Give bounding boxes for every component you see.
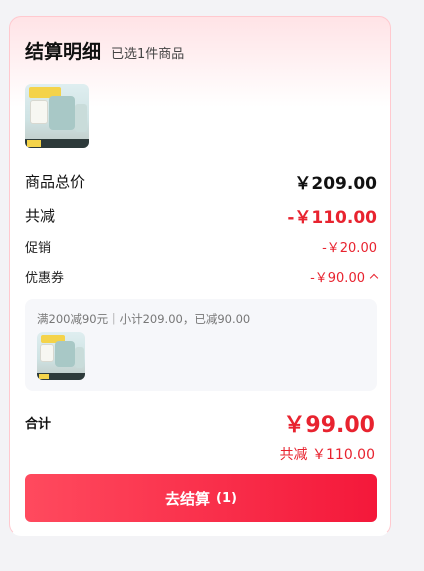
checkout-button[interactable]: 去结算 (1) — [25, 474, 377, 522]
checkout-label: 去结算 — [165, 489, 211, 508]
goods-total-value: ￥209.00 — [294, 174, 377, 194]
goods-total-row: 商品总价 ￥209.00 — [25, 169, 377, 194]
chevron-up-icon[interactable] — [369, 273, 379, 283]
selected-count: 已选1件商品 — [111, 47, 185, 62]
discount-total-value: -￥110.00 — [287, 208, 377, 228]
discount-total-row: 共减 -￥110.00 — [25, 203, 377, 228]
coupon-value-group: -￥90.00 — [310, 267, 379, 286]
sum-label: 合计 — [25, 417, 52, 432]
discount-total-label: 共减 — [25, 207, 56, 225]
goods-total-label: 商品总价 — [25, 173, 86, 191]
coupon-row[interactable]: 优惠券 -￥90.00 — [25, 267, 379, 286]
sum-discount: 共减 ￥110.00 — [279, 447, 375, 463]
coupon-value: -￥90.00 — [310, 271, 365, 286]
coupon-detail-text: 满200减90元｜小计209.00，已减90.00 — [37, 312, 251, 326]
promotion-value: -￥20.00 — [322, 241, 377, 256]
settlement-header: 结算明细 已选1件商品 — [25, 37, 184, 64]
settlement-title: 结算明细 — [25, 41, 102, 63]
checkout-count: (1) — [216, 490, 237, 506]
promotion-label: 促销 — [25, 241, 52, 256]
coupon-product-thumbnail — [37, 332, 85, 380]
coupon-label: 优惠券 — [25, 271, 65, 286]
settlement-card: 结算明细 已选1件商品 商品总价 ￥209.00 共减 -￥110.00 促销 … — [9, 16, 391, 536]
coupon-detail-panel: 满200减90元｜小计209.00，已减90.00 — [25, 299, 377, 391]
promotion-row: 促销 -￥20.00 — [25, 237, 377, 256]
product-thumbnail[interactable] — [25, 84, 89, 148]
sum-value: ￥99.00 — [283, 413, 375, 438]
